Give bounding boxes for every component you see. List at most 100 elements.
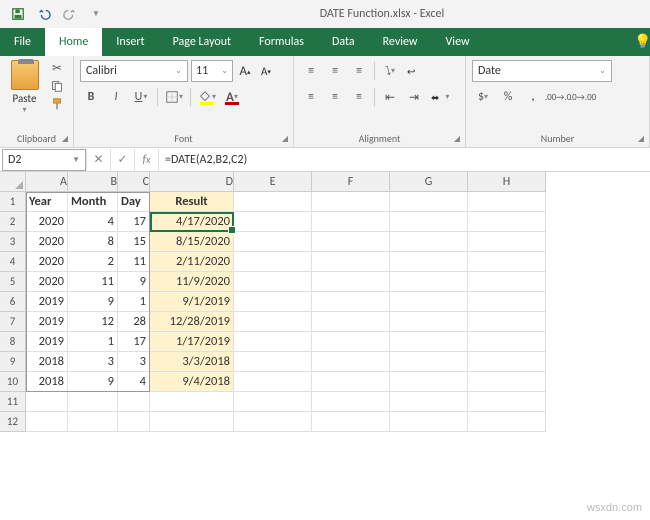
- align-bottom-icon[interactable]: ≡: [348, 60, 370, 82]
- spreadsheet-grid[interactable]: 1 Year Month Day Result 220204174/17/202…: [0, 192, 650, 432]
- cell[interactable]: 9/1/2019: [150, 292, 234, 312]
- paste-button[interactable]: Paste ▾: [6, 60, 43, 115]
- font-color-button[interactable]: A▾: [221, 86, 243, 108]
- cell[interactable]: 1/17/2019: [150, 332, 234, 352]
- cell[interactable]: 1: [118, 292, 150, 312]
- tab-review[interactable]: Review: [369, 28, 432, 56]
- increase-decimal-icon[interactable]: .00→.0: [547, 86, 569, 108]
- cell[interactable]: [234, 252, 312, 272]
- cell[interactable]: [234, 352, 312, 372]
- row-header[interactable]: 11: [0, 392, 26, 412]
- clipboard-dialog-launcher[interactable]: ◢: [59, 133, 71, 145]
- tab-insert[interactable]: Insert: [102, 28, 158, 56]
- cell[interactable]: [312, 372, 390, 392]
- cell[interactable]: [118, 412, 150, 432]
- name-box[interactable]: D2▼: [2, 149, 86, 171]
- alignment-dialog-launcher[interactable]: ◢: [451, 133, 463, 145]
- cell[interactable]: 3: [68, 352, 118, 372]
- copy-icon[interactable]: [47, 78, 67, 94]
- align-middle-icon[interactable]: ≡: [324, 60, 346, 82]
- decrease-indent-icon[interactable]: ⇤: [379, 86, 401, 108]
- cell[interactable]: [312, 272, 390, 292]
- cell[interactable]: [390, 392, 468, 412]
- decrease-font-icon[interactable]: A▾: [257, 60, 275, 82]
- cell[interactable]: [390, 292, 468, 312]
- undo-icon[interactable]: [32, 3, 56, 25]
- cell[interactable]: [390, 352, 468, 372]
- cell[interactable]: [312, 412, 390, 432]
- cell[interactable]: [234, 272, 312, 292]
- cell[interactable]: 12/28/2019: [150, 312, 234, 332]
- row-header[interactable]: 12: [0, 412, 26, 432]
- cell[interactable]: 8/15/2020: [150, 232, 234, 252]
- cell[interactable]: [118, 392, 150, 412]
- merge-center-button[interactable]: ⬌▾: [427, 86, 453, 108]
- cell[interactable]: 9/4/2018: [150, 372, 234, 392]
- cell[interactable]: 2018: [26, 372, 68, 392]
- cell[interactable]: 15: [118, 232, 150, 252]
- cell[interactable]: [390, 412, 468, 432]
- cell[interactable]: [26, 392, 68, 412]
- fill-color-button[interactable]: ▾: [196, 86, 218, 108]
- format-painter-icon[interactable]: [47, 96, 67, 112]
- col-header-F[interactable]: F: [312, 172, 390, 192]
- underline-button[interactable]: U▾: [130, 86, 152, 108]
- cell[interactable]: 2020: [26, 272, 68, 292]
- cell[interactable]: [468, 192, 546, 212]
- cell[interactable]: [234, 392, 312, 412]
- cell[interactable]: 28: [118, 312, 150, 332]
- cell[interactable]: 11: [68, 272, 118, 292]
- row-header[interactable]: 9: [0, 352, 26, 372]
- cell[interactable]: 11/9/2020: [150, 272, 234, 292]
- cell[interactable]: 2/11/2020: [150, 252, 234, 272]
- cell[interactable]: 17: [118, 332, 150, 352]
- cancel-formula-icon[interactable]: ✕: [86, 149, 110, 171]
- align-top-icon[interactable]: ≡: [300, 60, 322, 82]
- font-dialog-launcher[interactable]: ◢: [279, 133, 291, 145]
- cell[interactable]: 4: [118, 372, 150, 392]
- increase-indent-icon[interactable]: ⇥: [403, 86, 425, 108]
- cell[interactable]: [468, 232, 546, 252]
- enter-formula-icon[interactable]: ✓: [110, 149, 134, 171]
- col-header-E[interactable]: E: [234, 172, 312, 192]
- select-all-corner[interactable]: [0, 172, 26, 192]
- cell[interactable]: [234, 232, 312, 252]
- cell[interactable]: 3/3/2018: [150, 352, 234, 372]
- cell[interactable]: 9: [68, 292, 118, 312]
- cell[interactable]: [468, 252, 546, 272]
- align-center-icon[interactable]: ≡: [324, 86, 346, 108]
- cell[interactable]: [234, 312, 312, 332]
- cell[interactable]: [468, 392, 546, 412]
- cell[interactable]: 12: [68, 312, 118, 332]
- cell[interactable]: [234, 372, 312, 392]
- bold-button[interactable]: B: [80, 86, 102, 108]
- cell[interactable]: [468, 332, 546, 352]
- increase-font-icon[interactable]: A▴: [236, 60, 254, 82]
- cell[interactable]: [312, 212, 390, 232]
- cell[interactable]: [312, 232, 390, 252]
- cell[interactable]: [234, 212, 312, 232]
- wrap-text-button[interactable]: ↩: [403, 60, 422, 82]
- cell[interactable]: [390, 332, 468, 352]
- cell[interactable]: 9: [118, 272, 150, 292]
- row-header[interactable]: 3: [0, 232, 26, 252]
- cell[interactable]: 2019: [26, 312, 68, 332]
- cell[interactable]: 17: [118, 212, 150, 232]
- font-size-select[interactable]: 11⌄: [191, 60, 233, 82]
- decrease-decimal-icon[interactable]: .0→.00: [572, 86, 594, 108]
- cell[interactable]: 4/17/2020: [150, 212, 234, 232]
- tab-file[interactable]: File: [0, 28, 45, 56]
- cell[interactable]: [468, 412, 546, 432]
- cell[interactable]: [26, 412, 68, 432]
- cell[interactable]: 2020: [26, 212, 68, 232]
- row-header[interactable]: 6: [0, 292, 26, 312]
- cell[interactable]: 4: [68, 212, 118, 232]
- cell[interactable]: [312, 292, 390, 312]
- cell[interactable]: [234, 332, 312, 352]
- cell[interactable]: 1: [68, 332, 118, 352]
- cell[interactable]: [390, 312, 468, 332]
- cell[interactable]: 2020: [26, 252, 68, 272]
- cell[interactable]: [68, 412, 118, 432]
- col-header-C[interactable]: C: [118, 172, 150, 192]
- cell[interactable]: [312, 192, 390, 212]
